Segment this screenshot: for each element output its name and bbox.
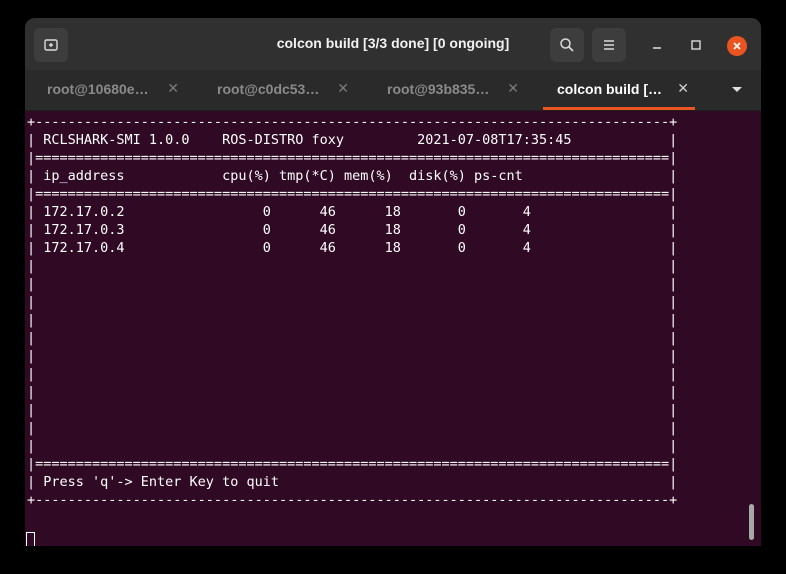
border-line: +---------------------------------------… [27, 114, 678, 130]
tab-root-10680e[interactable]: root@10680e… ✕ [25, 70, 193, 110]
tab-root-93b835[interactable]: root@93b835… ✕ [365, 70, 533, 110]
tab-list-dropdown-icon[interactable] [731, 86, 743, 94]
border-line: +---------------------------------------… [27, 492, 678, 508]
title-bar: colcon build [3/3 done] [0 ongoing] [25, 18, 761, 70]
empty-row: | | [27, 366, 678, 382]
scrollbar-thumb[interactable] [749, 504, 754, 540]
empty-row: | | [27, 420, 678, 436]
separator-line: |=======================================… [27, 186, 678, 202]
empty-row: | | [27, 330, 678, 346]
terminal-area[interactable]: +---------------------------------------… [25, 111, 761, 546]
separator-line: |=======================================… [27, 150, 678, 166]
column-headers: | ip_address cpu(%) tmp(*C) mem(%) disk(… [27, 168, 678, 184]
search-icon [560, 38, 574, 52]
close-icon [733, 42, 741, 50]
tab-label: root@93b835… [387, 81, 490, 97]
table-row: | 172.17.0.4 0 46 18 0 4 | [27, 240, 678, 256]
tab-bar: root@10680e… ✕ root@c0dc53… ✕ root@93b83… [25, 70, 761, 111]
tab-label: root@10680e… [47, 81, 149, 97]
tab-label: root@c0dc53… [217, 81, 320, 97]
empty-row: | | [27, 294, 678, 310]
empty-row: | | [27, 348, 678, 364]
close-button[interactable] [727, 36, 747, 56]
minimize-icon[interactable] [651, 39, 663, 51]
empty-row: | | [27, 258, 678, 274]
header-line: | RCLSHARK-SMI 1.0.0 ROS-DISTRO foxy 202… [27, 132, 678, 148]
terminal-output: +---------------------------------------… [27, 113, 677, 509]
menu-button[interactable] [592, 28, 626, 62]
empty-row: | | [27, 312, 678, 328]
tab-label: colcon build [… [557, 81, 662, 97]
search-button[interactable] [550, 28, 584, 62]
empty-row: | | [27, 276, 678, 292]
tab-close-icon[interactable]: ✕ [507, 80, 519, 97]
footer-hint: | Press 'q'-> Enter Key to quit | [27, 474, 678, 490]
tab-root-c0dc53[interactable]: root@c0dc53… ✕ [195, 70, 363, 110]
table-row: | 172.17.0.3 0 46 18 0 4 | [27, 222, 678, 238]
hamburger-menu-icon [604, 40, 614, 50]
maximize-icon[interactable] [690, 39, 702, 51]
text-cursor [26, 532, 35, 546]
tab-close-icon[interactable]: ✕ [337, 80, 349, 97]
table-row: | 172.17.0.2 0 46 18 0 4 | [27, 204, 678, 220]
terminal-window: colcon build [3/3 done] [0 ongoing] root… [25, 18, 761, 546]
active-tab-indicator [543, 107, 695, 110]
empty-row: | | [27, 438, 678, 454]
tab-close-icon[interactable]: ✕ [677, 80, 689, 97]
tab-colcon-build[interactable]: colcon build [… ✕ [535, 70, 703, 110]
separator-line: |=======================================… [27, 456, 678, 472]
tab-close-icon[interactable]: ✕ [167, 80, 179, 97]
empty-row: | | [27, 402, 678, 418]
empty-row: | | [27, 384, 678, 400]
